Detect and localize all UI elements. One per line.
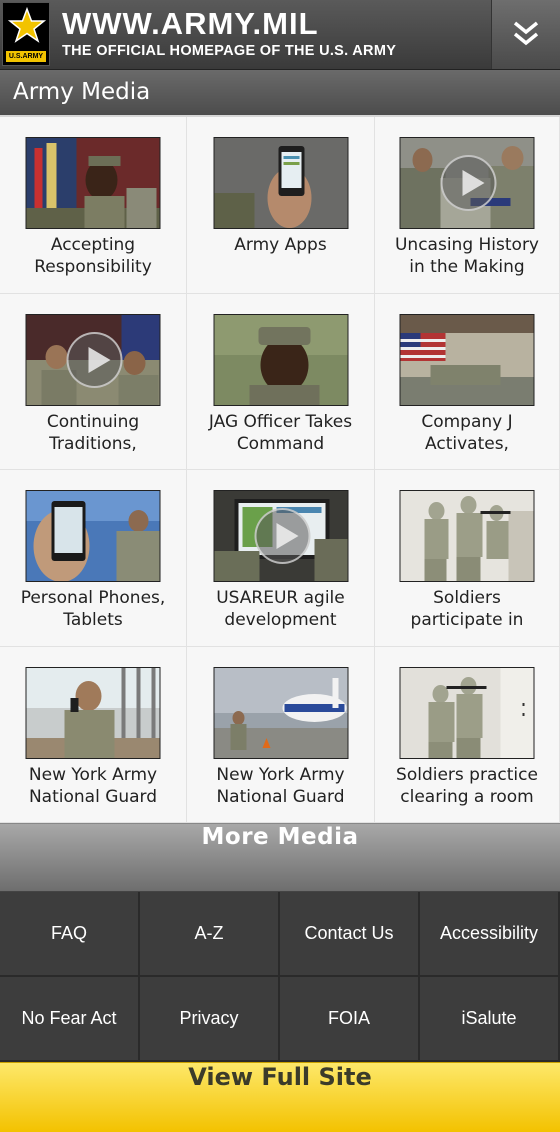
- footer-link-faq[interactable]: FAQ: [0, 892, 140, 977]
- media-thumbnail[interactable]: [213, 313, 348, 406]
- media-item[interactable]: New York Army National Guard: [187, 646, 375, 823]
- footer-link-privacy[interactable]: Privacy: [140, 977, 280, 1062]
- media-item[interactable]: Personal Phones, Tablets: [0, 470, 187, 647]
- media-item[interactable]: Uncasing History in the Making: [375, 117, 560, 294]
- media-caption[interactable]: Continuing Traditions,: [4, 411, 182, 455]
- media-thumbnail[interactable]: [399, 313, 535, 406]
- media-item[interactable]: JAG Officer Takes Command: [187, 293, 375, 470]
- play-icon: [66, 331, 123, 388]
- media-caption[interactable]: Company J Activates,: [379, 411, 555, 455]
- media-thumbnail[interactable]: [25, 313, 161, 406]
- double-chevron-down-icon: [513, 21, 539, 46]
- media-thumbnail[interactable]: [25, 666, 161, 759]
- footer-link-foia[interactable]: FOIA: [280, 977, 420, 1062]
- media-thumbnail[interactable]: [25, 490, 161, 582]
- play-icon: [440, 155, 497, 211]
- media-caption[interactable]: Accepting Responsibility: [4, 234, 182, 278]
- media-caption[interactable]: New York Army National Guard: [191, 764, 370, 808]
- media-caption[interactable]: Soldiers participate in: [379, 587, 555, 631]
- logo-text: U.S.ARMY: [6, 51, 46, 62]
- media-item[interactable]: Accepting Responsibility: [0, 117, 187, 294]
- media-thumbnail[interactable]: [25, 137, 161, 229]
- media-caption[interactable]: Uncasing History in the Making: [379, 234, 555, 278]
- media-thumbnail[interactable]: [399, 666, 535, 759]
- section-title: Army Media: [13, 79, 151, 105]
- media-thumbnail[interactable]: [213, 490, 348, 582]
- star-icon: [7, 7, 47, 45]
- site-header: U.S.ARMY WWW.ARMY.MIL THE OFFICIAL HOMEP…: [0, 0, 560, 70]
- media-caption[interactable]: Soldiers practice clearing a room: [379, 764, 555, 808]
- site-subtitle: THE OFFICIAL HOMEPAGE OF THE U.S. ARMY: [62, 43, 397, 59]
- media-thumbnail[interactable]: [399, 137, 535, 229]
- media-caption[interactable]: Army Apps: [191, 234, 370, 256]
- media-thumbnail[interactable]: [213, 137, 348, 229]
- media-item[interactable]: Army Apps: [187, 117, 375, 294]
- media-thumbnail[interactable]: [213, 666, 348, 759]
- site-title[interactable]: WWW.ARMY.MIL: [62, 6, 319, 42]
- menu-button[interactable]: [491, 0, 560, 69]
- footer-link-no-fear-act[interactable]: No Fear Act: [0, 977, 140, 1062]
- media-item[interactable]: Company J Activates,: [375, 293, 560, 470]
- section-header: Army Media: [0, 70, 560, 117]
- media-item[interactable]: Continuing Traditions,: [0, 293, 187, 470]
- view-full-site-label: View Full Site: [188, 1063, 372, 1091]
- footer-links: FAQ A-Z Contact Us Accessibility No Fear…: [0, 892, 560, 1062]
- media-caption[interactable]: New York Army National Guard: [4, 764, 182, 808]
- media-grid: Accepting Responsibility Army Apps Uncas…: [0, 117, 560, 823]
- media-thumbnail[interactable]: [399, 490, 535, 582]
- media-caption[interactable]: USAREUR agile development: [191, 587, 370, 631]
- media-item[interactable]: Soldiers practice clearing a room: [375, 646, 560, 823]
- media-caption[interactable]: JAG Officer Takes Command: [191, 411, 370, 455]
- footer-link-isalute[interactable]: iSalute: [420, 977, 560, 1062]
- media-caption[interactable]: Personal Phones, Tablets: [4, 587, 182, 631]
- play-icon: [254, 508, 310, 564]
- media-item[interactable]: New York Army National Guard: [0, 646, 187, 823]
- army-logo[interactable]: U.S.ARMY: [2, 2, 50, 66]
- footer-link-contact-us[interactable]: Contact Us: [280, 892, 420, 977]
- view-full-site-button[interactable]: View Full Site: [0, 1062, 560, 1132]
- more-media-label: More Media: [201, 824, 359, 850]
- media-item[interactable]: USAREUR agile development: [187, 470, 375, 647]
- more-media-button[interactable]: More Media: [0, 823, 560, 892]
- footer-link-a-z[interactable]: A-Z: [140, 892, 280, 977]
- media-item[interactable]: Soldiers participate in: [375, 470, 560, 647]
- footer-link-accessibility[interactable]: Accessibility: [420, 892, 560, 977]
